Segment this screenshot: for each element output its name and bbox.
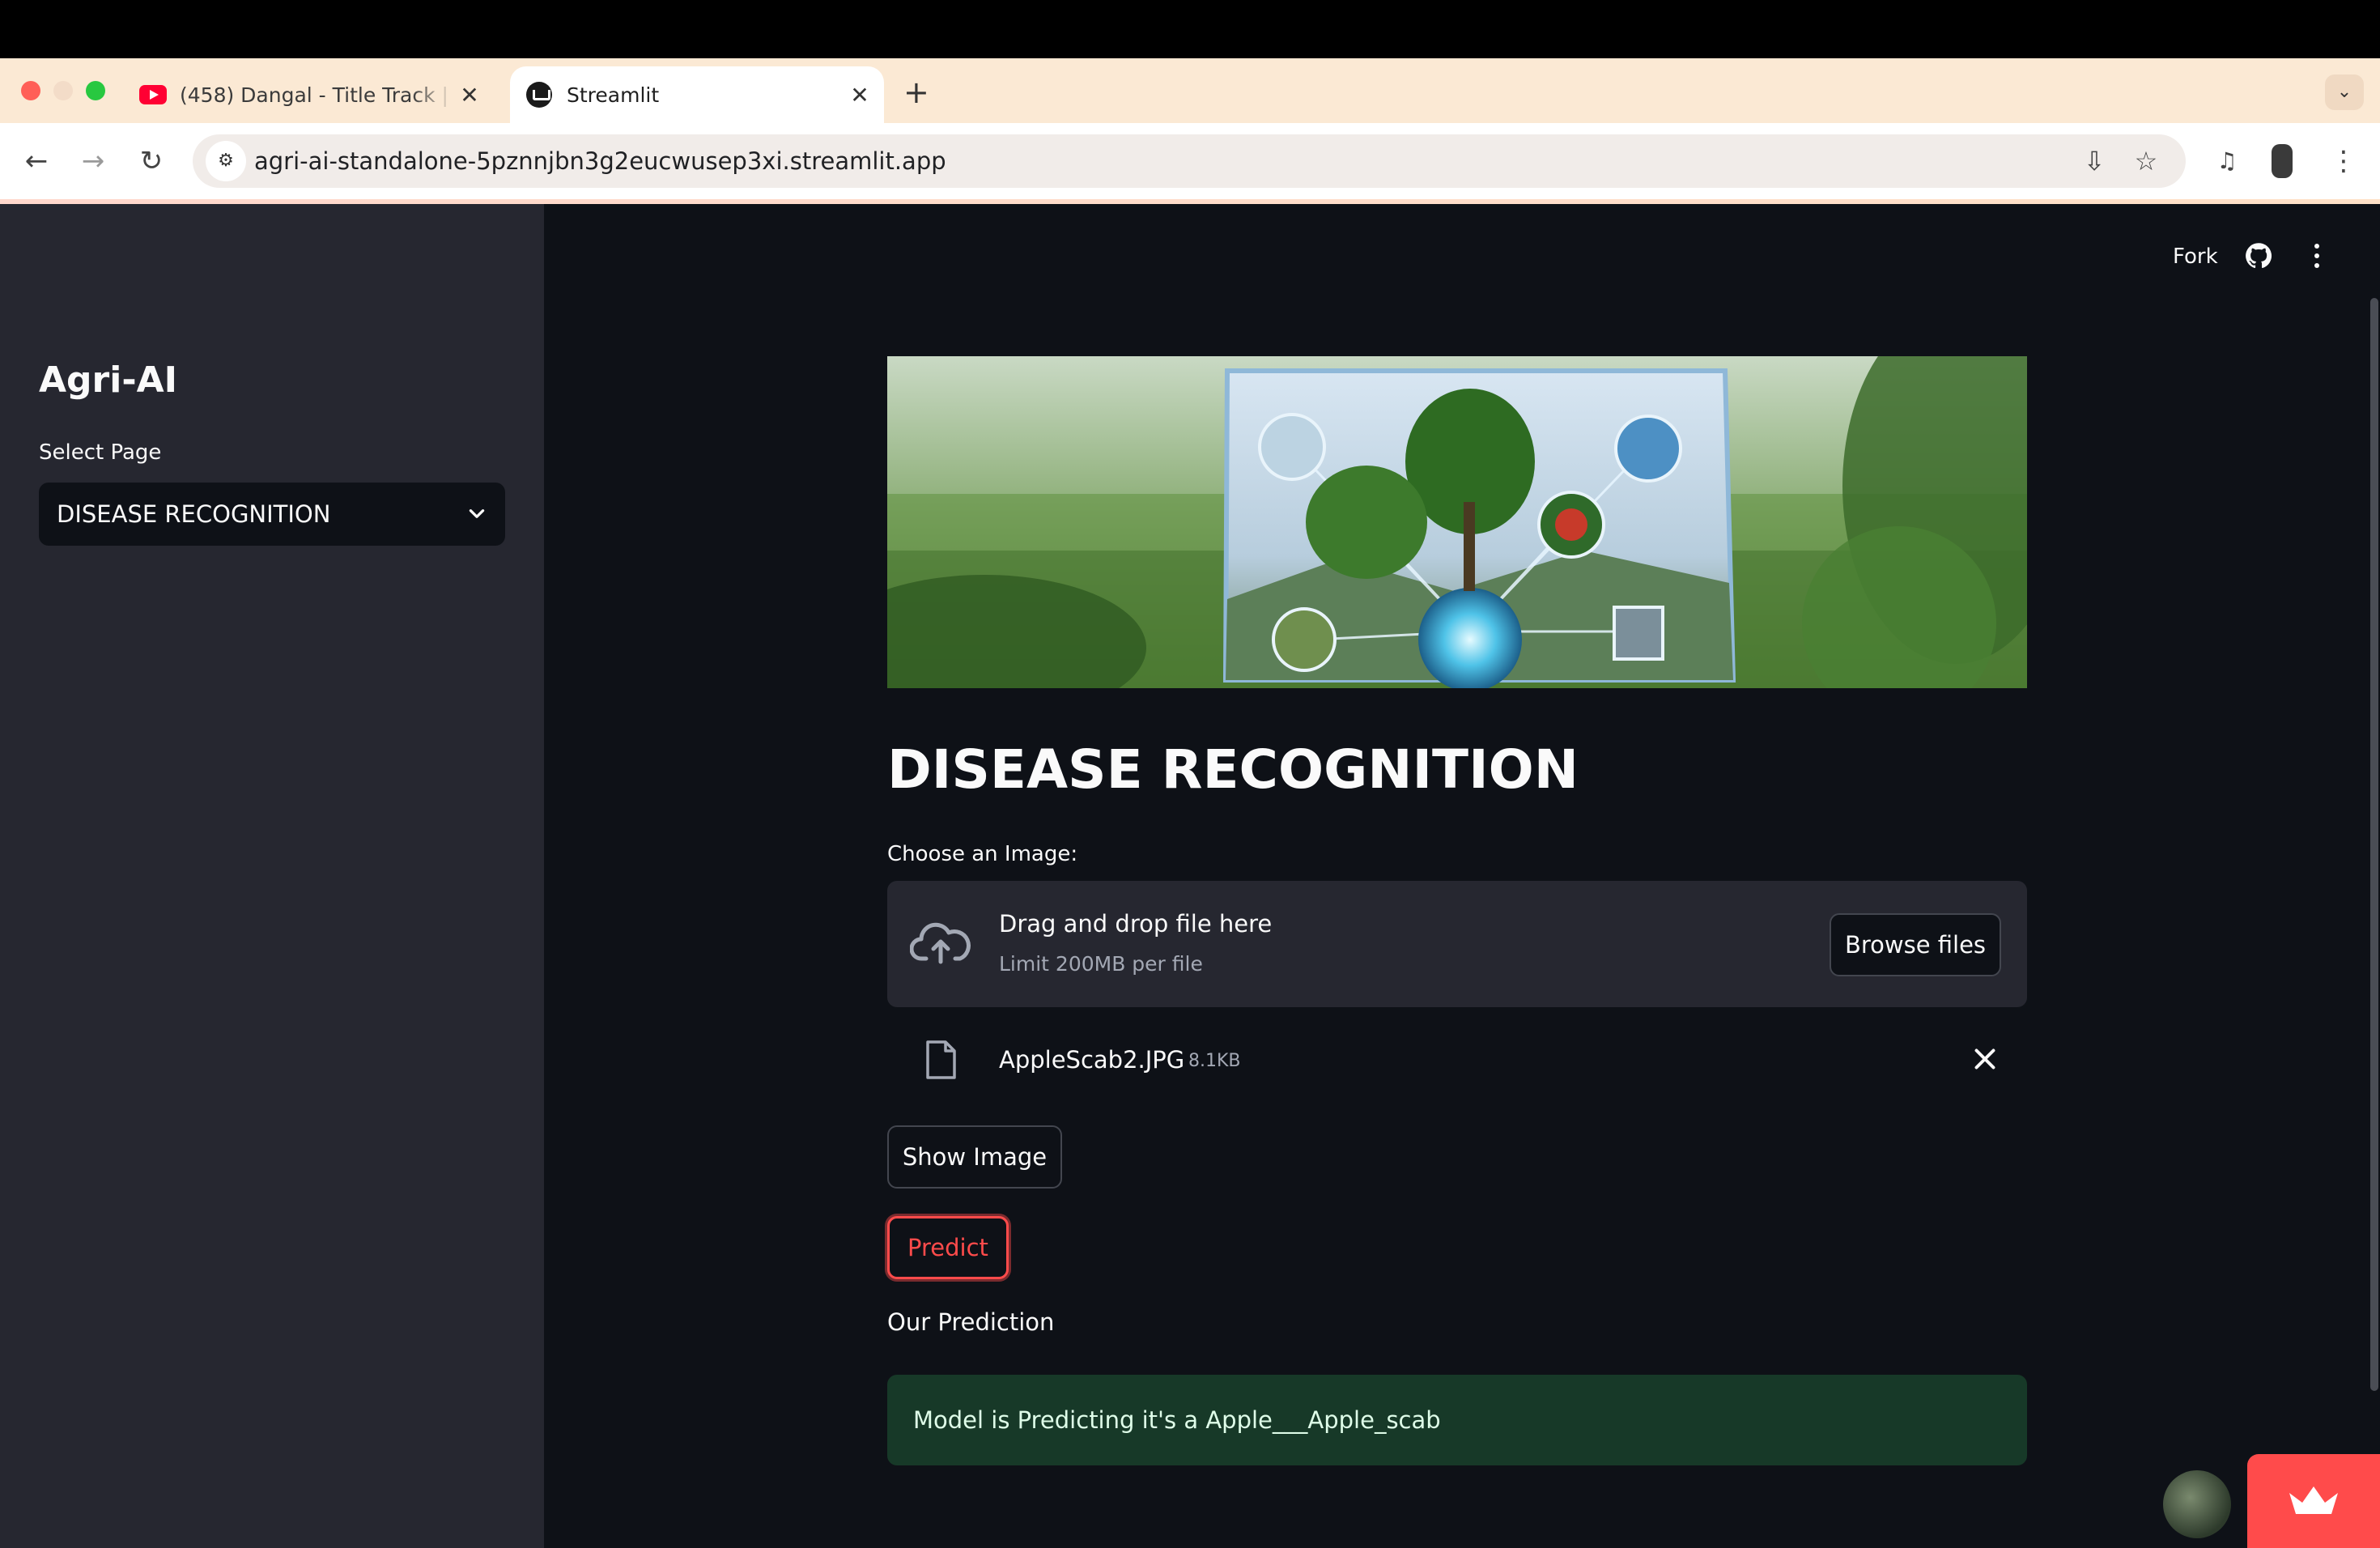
browse-files-button[interactable]: Browse files [1830,913,2001,976]
browser-toolbar: ← → ↻ ⚙ agri-ai-standalone-5pznnjbn3g2eu… [0,123,2380,199]
media-control-icon[interactable]: ♫ [2207,141,2247,181]
github-icon[interactable] [2244,241,2273,270]
main-content: DISEASE RECOGNITION Choose an Image: Dra… [887,204,2027,1548]
forward-icon[interactable]: → [73,141,113,181]
header-banner-image [887,356,2027,688]
streamlit-badge[interactable] [2247,1454,2380,1548]
streamlit-app: Agri-AI Select Page DISEASE RECOGNITION … [0,204,2380,1548]
url-text: agri-ai-standalone-5pznnjbn3g2eucwusep3x… [254,147,946,175]
main-menu-icon[interactable] [2309,241,2325,270]
prediction-result-text: Model is Predicting it's a Apple___Apple… [913,1406,1441,1434]
show-image-button[interactable]: Show Image [887,1125,1062,1189]
system-menu-bar [0,0,2380,58]
install-app-icon[interactable]: ⇩ [2074,141,2114,181]
tab-title: (458) Dangal - Title Track | Ly [180,83,453,107]
page-select[interactable]: DISEASE RECOGNITION [39,483,505,546]
profile-avatar[interactable] [2272,144,2293,178]
streamlit-icon [526,82,552,108]
site-settings-icon[interactable]: ⚙ [206,141,246,181]
close-icon[interactable]: ✕ [844,82,876,108]
user-avatar[interactable] [2163,1470,2231,1538]
cloud-upload-icon [910,922,971,964]
file-uploader-label: Choose an Image: [887,842,1078,866]
streamlit-crown-icon [2289,1486,2338,1514]
dropzone-title: Drag and drop file here [999,910,1273,938]
file-size: 8.1KB [1188,1051,1241,1071]
new-tab-button[interactable]: + [903,74,929,110]
file-dropzone[interactable]: Drag and drop file here Limit 200MB per … [887,881,2027,1007]
bookmark-star-icon[interactable]: ☆ [2126,141,2166,181]
file-name: AppleScab2.JPG [999,1046,1185,1074]
predict-button[interactable]: Predict [887,1216,1009,1279]
reload-icon[interactable]: ↻ [131,141,172,181]
scrollbar[interactable] [2370,298,2378,1391]
minimize-window-button[interactable] [53,81,73,100]
file-icon [926,1040,956,1079]
youtube-icon [139,85,167,104]
browser-tab-streamlit[interactable]: Streamlit ✕ [510,66,884,123]
back-icon[interactable]: ← [16,141,57,181]
chevron-down-icon [469,509,485,518]
tab-title: Streamlit [567,83,660,107]
select-page-label: Select Page [39,440,162,465]
maximize-window-button[interactable] [86,81,105,100]
browser-tab-bar: (458) Dangal - Title Track | Ly ✕ Stream… [0,58,2380,123]
browser-tab-youtube[interactable]: (458) Dangal - Title Track | Ly ✕ [121,66,494,123]
fork-button[interactable]: Fork [2173,245,2218,269]
sidebar-title: Agri-AI [39,359,178,401]
browser-menu-icon[interactable]: ⋮ [2323,141,2364,181]
address-bar[interactable]: ⚙ agri-ai-standalone-5pznnjbn3g2eucwusep… [193,134,2186,188]
page-select-value: DISEASE RECOGNITION [57,500,331,528]
close-window-button[interactable] [21,81,40,100]
page-title: DISEASE RECOGNITION [887,738,1579,801]
prediction-label: Our Prediction [887,1308,1055,1336]
dropzone-limit: Limit 200MB per file [999,952,1203,976]
close-icon[interactable]: ✕ [453,82,486,108]
uploaded-file: AppleScab2.JPG 8.1KB [887,1023,2027,1096]
prediction-result-alert: Model is Predicting it's a Apple___Apple… [887,1375,2027,1465]
tab-search-button[interactable]: ⌄ [2325,74,2364,110]
sidebar: Agri-AI Select Page DISEASE RECOGNITION [0,204,544,1548]
remove-file-icon[interactable] [1970,1044,2000,1074]
